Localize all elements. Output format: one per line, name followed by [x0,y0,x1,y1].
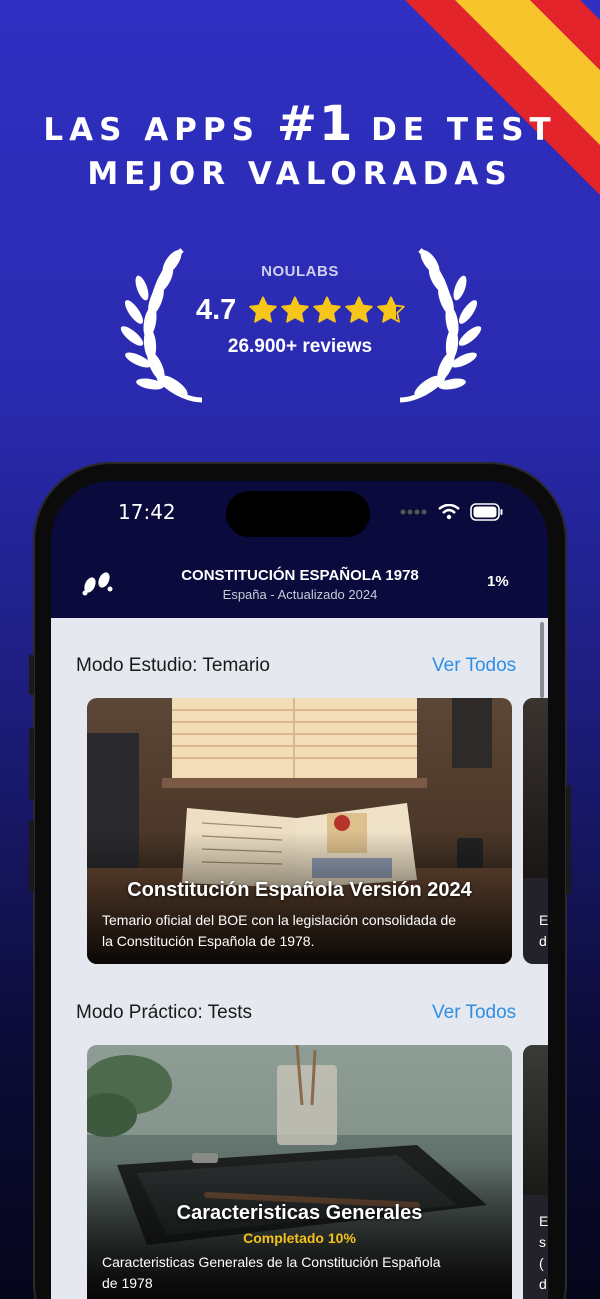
headline-suffix: DE TEST [371,112,557,148]
rating-brand: NOULABS [261,263,339,280]
rating-row: 4.7 [196,290,406,330]
scrollbar[interactable] [540,622,544,698]
status-icons [400,503,504,521]
peek-text: E s ( d [539,1211,548,1295]
signal-dots-icon [400,509,427,515]
phone-volume-up-button [29,728,34,800]
card-description-line2: la Constitución Española de 1978. [102,933,315,949]
section-title-tests: Modo Práctico: Tests [76,1002,253,1023]
card-description-line2: de 1978 [102,1275,153,1291]
card-description-line1: Temario oficial del BOE con la legislaci… [102,912,457,928]
card-title: Caracteristicas Generales [176,1202,423,1224]
star-icon [377,296,406,323]
reviews-count: 26.900+ reviews [227,336,373,357]
card-peek-next[interactable]: E s ( d [523,1045,548,1299]
headline-prefix: LAS APPS [43,112,260,148]
star-icon [249,296,278,323]
peek-text: E d [539,910,548,952]
star-rating [248,295,406,325]
peek-line3: ( [539,1255,544,1271]
app-progress: 1% [487,573,509,590]
card-description: Caracteristicas Generales de la Constitu… [102,1252,502,1294]
see-all-tests-link[interactable]: Ver Todos [432,1002,516,1024]
peek-line1: E [539,912,548,928]
phone-volume-down-button [29,820,34,892]
card-constitucion[interactable]: Constitución Española Versión 2024 Temar… [87,698,512,964]
section-title-temario: Modo Estudio: Temario [76,655,270,676]
rating-value: 4.7 [196,293,237,326]
card-description-line1: Caracteristicas Generales de la Constitu… [102,1254,441,1270]
see-all-temario-link[interactable]: Ver Todos [432,655,516,677]
peek-line2: s [539,1234,546,1250]
star-icon [313,296,342,323]
status-time: 17:42 [118,500,176,524]
battery-icon [470,503,503,521]
wifi-icon [438,504,460,520]
star-icon [345,296,374,323]
card-caracteristicas[interactable]: Caracteristicas Generales Completado 10%… [87,1045,512,1299]
headline-line2: MEJOR VALORADAS [87,156,513,192]
app-title: CONSTITUCIÓN ESPAÑOLA 1978 [181,567,419,584]
headline-highlight: #1 [276,96,355,152]
phone-mute-button [29,655,34,695]
peek-line1: E [539,1213,548,1229]
card-peek-next[interactable]: E d [523,698,548,964]
headline: LAS APPS #1 DE TEST MEJOR VALORADAS [0,98,600,192]
dynamic-island [226,491,370,537]
phone-power-button [566,785,571,895]
peek-line2: d [539,933,547,949]
peek-line4: d [539,1276,547,1292]
card-progress-badge: Completado 10% [243,1230,356,1246]
card-description: Temario oficial del BOE con la legislaci… [102,910,502,952]
app-subtitle: España - Actualizado 2024 [222,587,378,602]
star-icon [281,296,310,323]
card-title: Constitución Española Versión 2024 [127,879,472,901]
